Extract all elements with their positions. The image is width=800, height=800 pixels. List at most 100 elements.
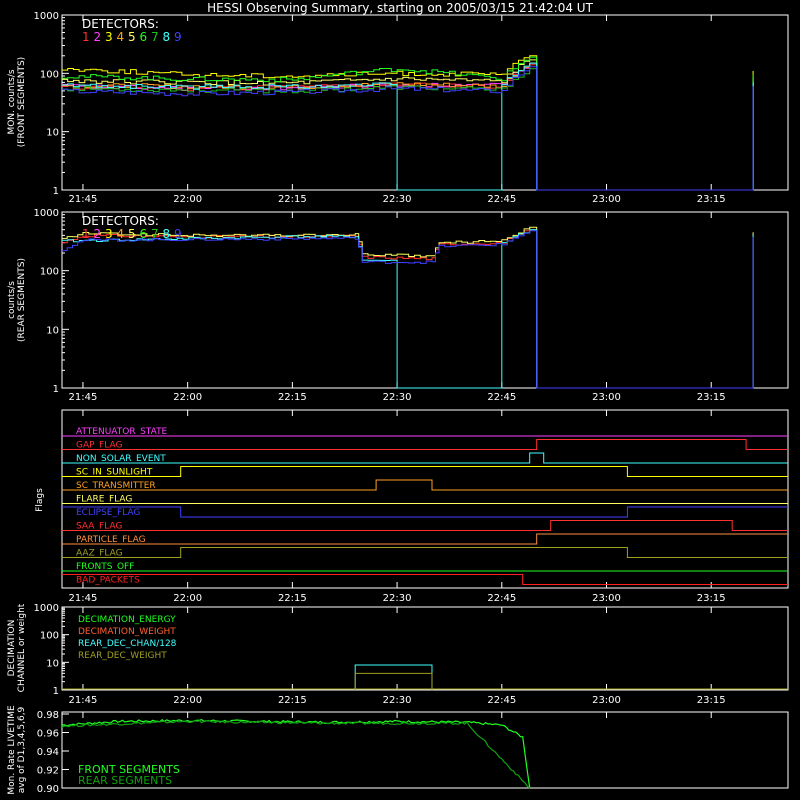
dec-xtick-label: 22:00	[173, 695, 202, 706]
front-series-7	[62, 68, 754, 191]
rear-xtick-label: 22:15	[278, 392, 307, 403]
rear-legend-num: 4	[117, 227, 125, 241]
dec-legend-item: REAR_DEC_CHAN/128	[78, 639, 177, 649]
front-xtick-label: 23:00	[592, 194, 621, 205]
flag-line-non_solar_event	[62, 452, 788, 464]
flag-label: ECLIPSE_FLAG	[76, 508, 140, 518]
front-legend-num: 6	[140, 30, 148, 44]
flag-line-aaz_flag	[62, 547, 788, 558]
flags-frame	[61, 409, 789, 589]
front-legend-title: DETECTORS:	[82, 17, 159, 31]
rear-xtick-label: 21:45	[69, 392, 98, 403]
rear-xtick-label: 22:30	[383, 392, 412, 403]
flags-xtick-label: 22:00	[173, 593, 202, 604]
dec-ytick-label: 10	[46, 658, 59, 669]
front-legend-num: 4	[117, 30, 125, 44]
panels-group: 21:45 22:00 22:15 22:30 22:45 23:00 23:15 1000 1…	[7, 11, 789, 795]
rear-legend-title: DETECTORS:	[82, 214, 159, 228]
front-legend-num: 3	[105, 30, 113, 44]
live-ytick-label: 0.90	[37, 784, 59, 795]
dec-xtick-label: 23:15	[697, 695, 726, 706]
dec-legend-item: DECIMATION_WEIGHT	[78, 627, 176, 637]
rear-ytick-label: 1	[53, 384, 59, 395]
rear-series-8	[62, 229, 754, 389]
rear-legend-num: 8	[163, 227, 171, 241]
flags-xtick-label: 22:45	[487, 593, 516, 604]
dec-legend-item: REAR_DEC_WEIGHT	[78, 651, 167, 661]
flag-label: BAD_PACKETS	[76, 576, 140, 586]
rear-legend-num: 9	[174, 227, 182, 241]
rear-legend-num: 1	[82, 227, 90, 241]
rear-xtick-label: 22:45	[487, 392, 516, 403]
rear-legend-num: 5	[128, 227, 136, 241]
flags-xtick-label: 23:15	[697, 593, 726, 604]
rear-legend-num: 7	[151, 227, 159, 241]
rear-ylabel: counts/s	[7, 281, 17, 319]
live-legend-item: REAR SEGMENTS	[78, 774, 172, 787]
front-legend-num: 8	[163, 30, 171, 44]
front-legend-num: 2	[94, 30, 102, 44]
live-ytick-label: 0.98	[37, 710, 59, 721]
rear-xtick-label: 23:15	[697, 392, 726, 403]
flag-line-gap_flag	[62, 439, 788, 450]
front-series-8	[62, 62, 754, 191]
dec-xtick-label: 23:00	[592, 695, 621, 706]
flag-line-eclipse_flag	[62, 506, 788, 518]
rear-ylabel: (REAR SEGMENTS)	[17, 258, 27, 342]
rear-ytick-label: 1000	[34, 208, 59, 219]
flag-line-saa_flag	[62, 520, 788, 531]
rear-series-5	[62, 226, 754, 389]
dec-xtick-label: 22:45	[487, 695, 516, 706]
flags-ylabel: Flags	[35, 488, 45, 512]
dec-series	[354, 664, 433, 690]
front-legend-num: 9	[174, 30, 182, 44]
live-ylabel: Mon. Rate LIVETIME	[7, 705, 17, 795]
live-ytick-label: 0.92	[37, 766, 59, 777]
rear-series-1	[62, 229, 754, 389]
chart-title: HESSI Observing Summary, starting on 200…	[207, 1, 593, 15]
rear-ytick-label: 100	[40, 267, 59, 278]
rear-legend-num: 2	[94, 227, 102, 241]
dec-ylabel: CHANNEL or weight	[17, 603, 27, 692]
front-xtick-label: 22:30	[383, 194, 412, 205]
front-legend-num: 5	[128, 30, 136, 44]
dec-ytick-label: 1	[53, 686, 59, 697]
rear-xtick-label: 22:00	[173, 392, 202, 403]
rear-ytick-label: 10	[46, 325, 59, 336]
flag-line-bad_packets	[62, 574, 788, 585]
front-ytick-label: 10	[46, 128, 59, 139]
dec-legend-item: DECIMATION_ENERGY	[78, 615, 176, 625]
front-ylabel: (FRONT SEGMENTS)	[17, 57, 27, 147]
dec-ylabel: DECIMATION	[7, 620, 17, 677]
flag-line-particle_flag	[62, 533, 788, 545]
live-ytick-label: 0.94	[37, 747, 59, 758]
front-xtick-label: 21:45	[69, 194, 98, 205]
flags-xtick-label: 22:30	[383, 593, 412, 604]
rear-frame	[61, 211, 789, 389]
hessi-summary-plot: HESSI Observing Summary, starting on 200…	[7, 1, 789, 795]
flags-xtick-label: 21:45	[69, 593, 98, 604]
front-legend-num: 7	[151, 30, 159, 44]
rear-xtick-label: 23:00	[592, 392, 621, 403]
front-xtick-label: 22:00	[173, 194, 202, 205]
front-ytick-label: 1000	[34, 11, 59, 22]
front-ytick-label: 100	[40, 69, 59, 80]
dec-ytick-label: 1000	[34, 603, 59, 614]
live-ylabel: avg of D1,3,4,5,6,9	[17, 706, 27, 793]
front-legend-num: 1	[82, 30, 90, 44]
front-series-4	[62, 62, 754, 191]
flags-xtick-label: 22:15	[278, 593, 307, 604]
flag-line-sc_in_sunlight	[62, 466, 788, 477]
front-series-2	[62, 62, 754, 191]
front-frame	[61, 14, 789, 191]
dec-series	[354, 672, 433, 690]
front-ytick-label: 1	[53, 186, 59, 197]
rear-legend-num: 3	[105, 227, 113, 241]
front-xtick-label: 23:15	[697, 194, 726, 205]
flag-line-sc_transmitter	[62, 479, 788, 491]
front-series-3	[62, 55, 754, 191]
rear-legend-num: 6	[140, 227, 148, 241]
dec-ytick-label: 100	[40, 631, 59, 642]
live-ytick-label: 0.96	[37, 729, 59, 740]
flags-xtick-label: 23:00	[592, 593, 621, 604]
